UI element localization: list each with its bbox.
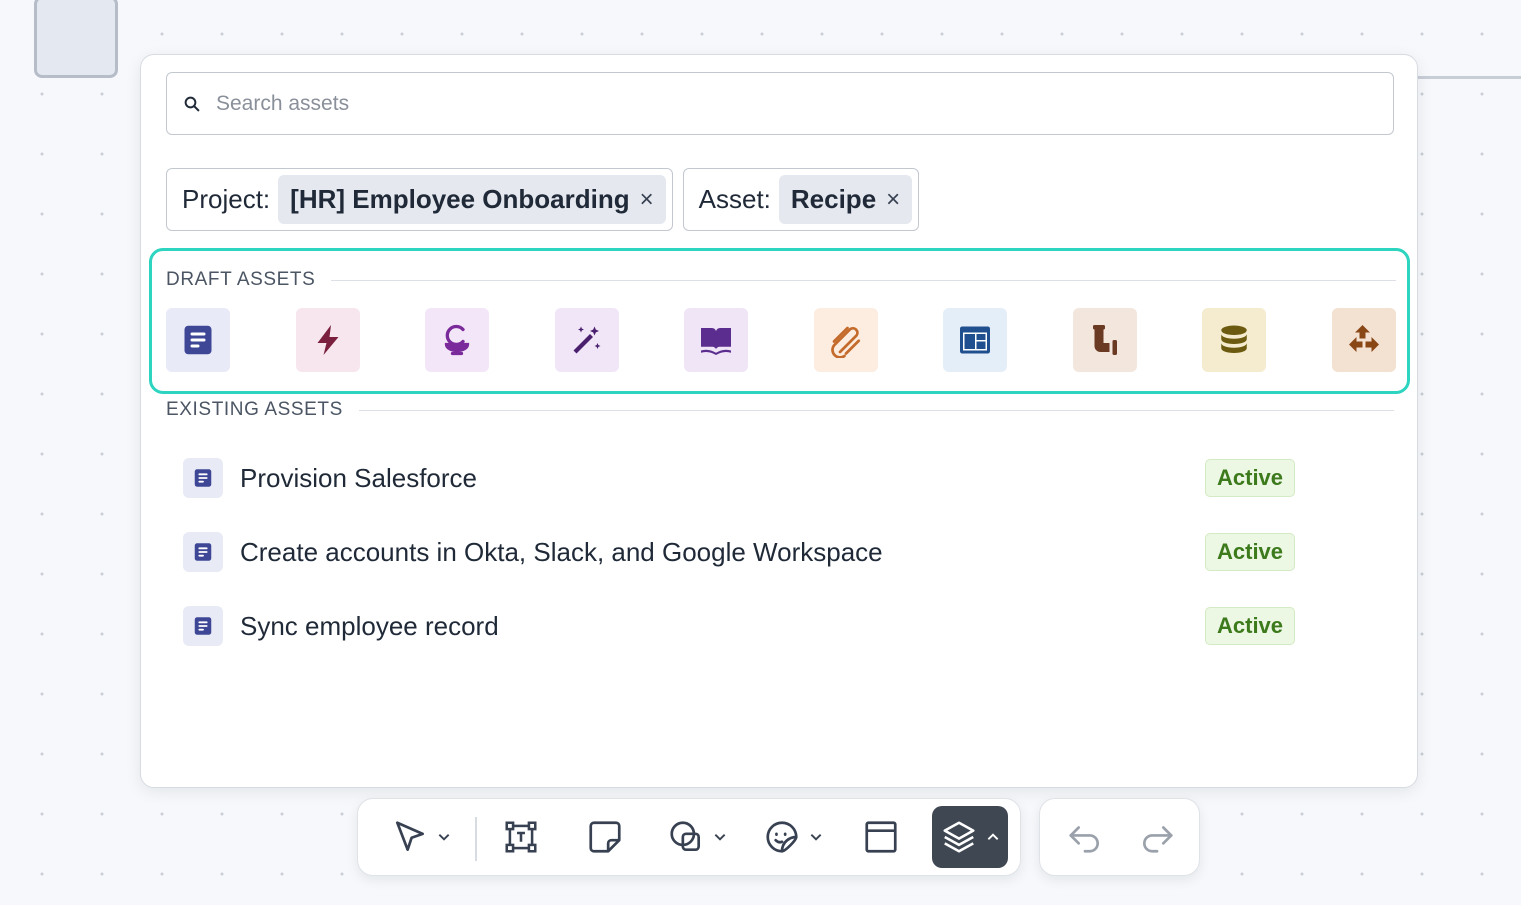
list-item[interactable]: Create accounts in Okta, Slack, and Goog… — [183, 515, 1296, 589]
asset-name: Provision Salesforce — [240, 462, 477, 493]
frame-icon — [865, 821, 897, 853]
status-badge: Active — [1205, 459, 1296, 497]
search-input[interactable] — [216, 91, 1316, 116]
history-toolbar — [1039, 798, 1200, 876]
chevron-down-icon[interactable] — [713, 830, 727, 844]
canvas-toolbar — [357, 798, 1021, 876]
asset-name: Sync employee record — [240, 610, 499, 641]
redo-button[interactable] — [1132, 806, 1182, 868]
filter-chip-asset[interactable]: Recipe × — [778, 175, 913, 224]
draft-asset-tile-wand[interactable] — [554, 308, 619, 372]
draft-asset-tile-recipe[interactable] — [166, 308, 230, 372]
draft-asset-tile-genie[interactable] — [425, 308, 490, 372]
genie-lamp-icon — [444, 324, 470, 356]
close-icon[interactable]: × — [640, 186, 654, 214]
cursor-arrow-icon — [395, 821, 425, 852]
text-box-icon — [505, 821, 537, 853]
draft-asset-tile-trigger[interactable] — [295, 308, 360, 372]
filter-key-label: Project: — [182, 184, 271, 214]
list-item[interactable]: Sync employee record Active — [183, 589, 1296, 663]
select-tool-button[interactable] — [380, 806, 462, 868]
text-frame-tool-button[interactable] — [496, 806, 546, 868]
assets-tool-button[interactable] — [932, 806, 1008, 868]
close-icon[interactable]: × — [886, 186, 900, 214]
database-icon — [1221, 325, 1248, 354]
toolbar-divider — [475, 817, 477, 861]
status-badge: Active — [1205, 607, 1296, 645]
draft-assets-header: DRAFT ASSETS — [166, 269, 1396, 291]
sticker-icon — [766, 821, 798, 853]
search-box — [166, 72, 1394, 135]
draft-asset-tile-connector[interactable] — [813, 308, 878, 372]
filter-chip-project[interactable]: [HR] Employee Onboarding × — [278, 175, 666, 224]
divider — [331, 279, 1396, 281]
status-badge: Active — [1205, 533, 1296, 571]
redo-icon — [1143, 826, 1173, 853]
recipe-icon — [184, 325, 212, 355]
filter-chip-label: [HR] Employee Onboarding — [290, 184, 630, 214]
sticky-note-tool-button[interactable] — [580, 806, 630, 868]
page-layout-icon — [960, 326, 991, 354]
section-title: DRAFT ASSETS — [166, 269, 316, 290]
filter-asset: Asset: Recipe × — [682, 168, 920, 231]
recipe-icon — [183, 458, 223, 498]
filter-key-label: Asset: — [698, 184, 771, 214]
lightning-icon — [317, 325, 339, 355]
shapes-icon — [670, 821, 701, 852]
draft-asset-tile-book[interactable] — [684, 308, 749, 372]
draft-asset-tile-pipe[interactable] — [1072, 308, 1137, 372]
frame-tool-button[interactable] — [856, 806, 906, 868]
divider — [358, 409, 1394, 411]
sticker-tool-button[interactable] — [756, 806, 830, 868]
draft-asset-tile-database[interactable] — [1202, 308, 1267, 372]
search-icon — [184, 96, 200, 111]
book-icon — [701, 327, 732, 355]
canvas-connector-line — [1418, 76, 1521, 79]
existing-assets-header: EXISTING ASSETS — [166, 399, 1394, 421]
recipe-icon — [183, 606, 223, 646]
chevron-down-icon[interactable] — [809, 830, 823, 844]
magic-wand-icon — [573, 326, 601, 354]
workflow-arrows-icon — [1348, 325, 1379, 352]
asset-name: Create accounts in Okta, Slack, and Goog… — [240, 536, 883, 567]
connector-icon — [830, 326, 860, 358]
draft-assets-section: DRAFT ASSETS — [149, 248, 1410, 394]
undo-button[interactable] — [1060, 806, 1110, 868]
canvas-frame-element[interactable] — [34, 0, 118, 78]
shapes-tool-button[interactable] — [660, 806, 734, 868]
section-title: EXISTING ASSETS — [166, 399, 343, 420]
draft-asset-tile-workflow[interactable] — [1331, 308, 1396, 372]
layers-icon — [943, 821, 975, 853]
pipe-icon — [1092, 325, 1117, 355]
draft-asset-tiles — [166, 308, 1396, 372]
chevron-up-icon[interactable] — [986, 830, 1000, 844]
existing-assets-list: Provision Salesforce Active Create accou… — [183, 441, 1296, 663]
list-item[interactable]: Provision Salesforce Active — [183, 441, 1296, 515]
filter-project: Project: [HR] Employee Onboarding × — [166, 168, 673, 231]
sticky-note-icon — [589, 821, 621, 853]
chevron-down-icon[interactable] — [437, 830, 451, 844]
filter-bar: Project: [HR] Employee Onboarding × Asse… — [166, 168, 920, 231]
asset-picker-panel: Project: [HR] Employee Onboarding × Asse… — [140, 54, 1418, 788]
undo-icon — [1069, 826, 1099, 853]
filter-chip-label: Recipe — [790, 184, 877, 214]
draft-asset-tile-page[interactable] — [943, 308, 1008, 372]
recipe-icon — [183, 532, 223, 572]
